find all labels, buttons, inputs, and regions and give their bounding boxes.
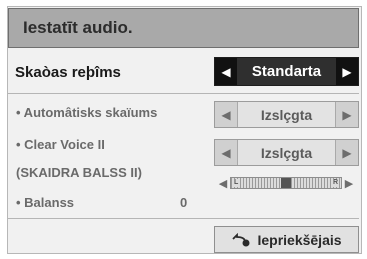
- balance-right-marker: R: [331, 179, 339, 187]
- clear-voice-prev-arrow-icon[interactable]: ◀: [215, 140, 238, 165]
- balance-left-marker: L: [233, 179, 240, 187]
- sound-mode-next-arrow-icon[interactable]: ▶: [336, 58, 358, 85]
- balance-label: • Balanss: [16, 195, 75, 210]
- page-title: Iestatīt audio.: [8, 8, 359, 48]
- back-button-label: Iepriekšējais: [257, 231, 342, 248]
- clear-voice-label: • Clear Voice II: [16, 137, 105, 152]
- clear-voice-selector[interactable]: ◀ Izslçgta ▶: [214, 139, 359, 166]
- back-arrow-icon: [232, 232, 250, 246]
- clear-voice-next-arrow-icon[interactable]: ▶: [335, 140, 358, 165]
- section-divider: [8, 93, 359, 94]
- balance-left-arrow-icon[interactable]: ◀: [216, 177, 230, 190]
- auto-volume-value: Izslçgta: [260, 106, 313, 123]
- page-title-text: Iestatīt audio.: [23, 18, 133, 37]
- balance-slider[interactable]: ◀ L R ▶: [216, 175, 356, 191]
- sound-mode-prev-arrow-icon[interactable]: ◀: [215, 58, 237, 85]
- back-button[interactable]: Iepriekšējais: [214, 226, 359, 253]
- auto-volume-selector[interactable]: ◀ Izslçgta ▶: [214, 101, 359, 128]
- balance-right-arrow-icon[interactable]: ▶: [342, 177, 356, 190]
- balance-track[interactable]: L R: [230, 177, 342, 189]
- sound-mode-label: Skaòas reþîms: [15, 64, 121, 81]
- footer-divider: [8, 218, 359, 219]
- auto-volume-label: • Automâtisks skaïums: [16, 105, 158, 120]
- balance-knob[interactable]: [281, 178, 291, 188]
- auto-volume-next-arrow-icon[interactable]: ▶: [335, 102, 358, 127]
- clear-voice-label-sub: (SKAIDRA BALSS II): [16, 165, 142, 180]
- sound-mode-value: Standarta: [251, 63, 322, 80]
- balance-value: 0: [180, 195, 188, 210]
- clear-voice-value: Izslçgta: [260, 144, 313, 161]
- sound-mode-selector[interactable]: ◀ Standarta ▶: [214, 57, 359, 86]
- auto-volume-prev-arrow-icon[interactable]: ◀: [215, 102, 238, 127]
